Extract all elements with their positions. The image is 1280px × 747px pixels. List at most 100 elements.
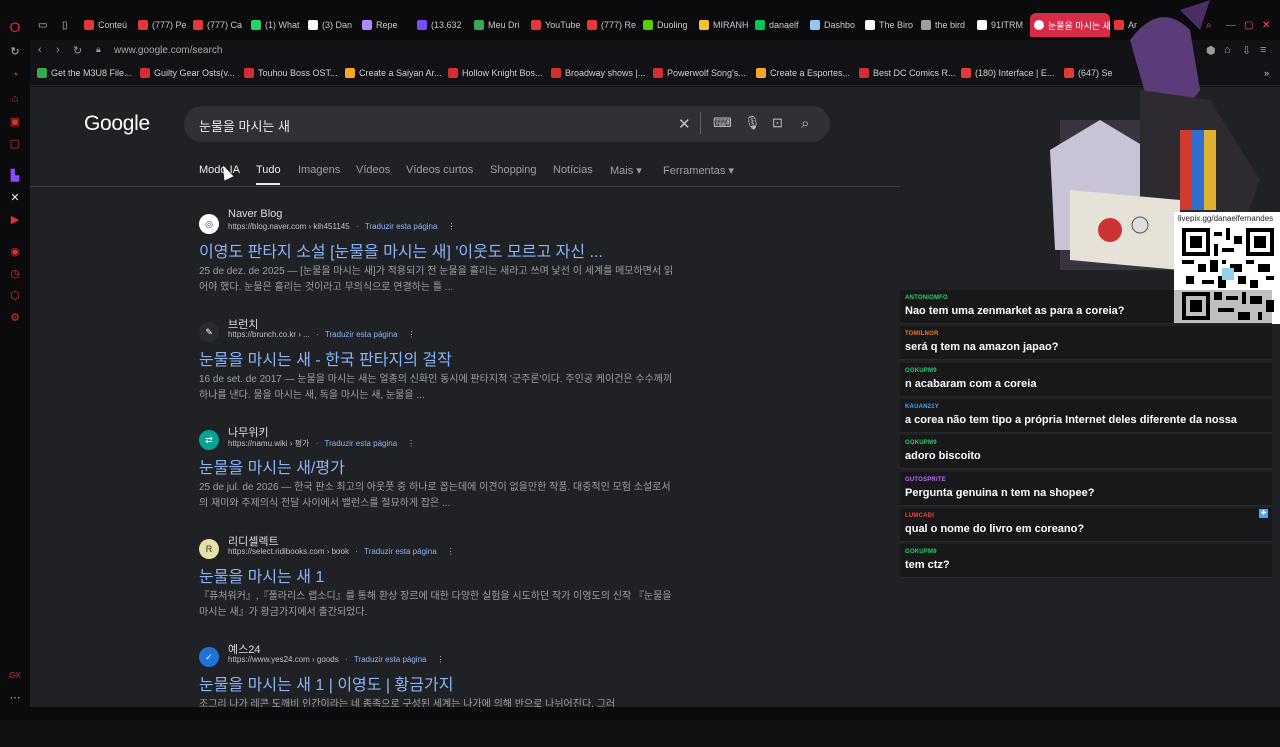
gx-icon[interactable]: GX — [8, 668, 22, 682]
result-url-line[interactable]: https://brunch.co.kr › ... · Traduzir es… — [228, 330, 416, 339]
instagram-icon[interactable]: ▢ — [8, 136, 22, 150]
reload-side-icon[interactable]: ↻ — [8, 44, 22, 58]
bookmark-3[interactable]: Create a Saiyan Ar... — [345, 68, 442, 78]
tab-14[interactable]: The Biro — [865, 13, 917, 37]
result-url[interactable]: https://www.yes24.com › goods — [228, 655, 339, 664]
search-icon[interactable]: ⌕ — [801, 115, 809, 132]
bookmark-2[interactable]: Touhou Boss OST... — [244, 68, 338, 78]
extensions-icon[interactable]: ⬡ — [8, 288, 22, 302]
search-tab-3[interactable]: Vídeos — [356, 164, 390, 176]
search-input[interactable]: 눈물을 마시는 새 — [199, 116, 290, 135]
tab-5[interactable]: Repe — [362, 13, 414, 37]
tab-16[interactable]: 91ITRM — [977, 13, 1029, 37]
forward-icon[interactable]: › — [56, 44, 60, 56]
opera-logo-icon[interactable]: O — [8, 19, 22, 35]
bookmark-0[interactable]: Get the M3U8 File... — [37, 68, 132, 78]
result-favicon-icon[interactable]: ✓ — [199, 647, 219, 667]
result-title-link[interactable]: 눈물을 마시는 새/평가 — [199, 454, 345, 478]
bookmark-6[interactable]: Powerwolf Song's... — [653, 68, 746, 78]
search-tab-8[interactable]: Ferramentas ▾ — [663, 164, 734, 177]
result-url[interactable]: https://brunch.co.kr › ... — [228, 330, 310, 339]
result-menu-icon[interactable]: ⋮ — [447, 222, 455, 231]
tab-page-icon[interactable]: ▯ — [62, 13, 68, 37]
messenger-icon[interactable]: ▣ — [8, 114, 22, 128]
search-tab-4[interactable]: Vídeos curtos — [406, 164, 473, 176]
aria-icon[interactable]: ◔ — [8, 68, 22, 82]
reload-icon[interactable]: ↻ — [73, 44, 82, 57]
search-tab-7[interactable]: Mais ▾ — [610, 164, 642, 177]
chat-text: será q tem na amazon japao? — [905, 341, 1059, 354]
result-url[interactable]: https://blog.naver.com › kih451145 — [228, 222, 350, 231]
tab-1[interactable]: (777) Pe — [138, 13, 190, 37]
keyboard-icon[interactable]: ⌨ — [713, 115, 732, 131]
bookmark-7[interactable]: Create a Esportes... — [756, 68, 850, 78]
translate-link[interactable]: Traduzir esta página — [325, 439, 398, 448]
search-tab-5[interactable]: Shopping — [490, 164, 537, 176]
bookmark-favicon-icon — [653, 68, 663, 78]
result-menu-icon[interactable]: ⋮ — [408, 330, 416, 339]
more-icon[interactable]: ⋯ — [8, 690, 22, 704]
result-menu-icon[interactable]: ⋮ — [436, 655, 444, 664]
result-site-name[interactable]: Naver Blog — [228, 208, 282, 220]
result-url[interactable]: https://select.ridibooks.com › book — [228, 547, 349, 556]
bookmark-1[interactable]: Guilty Gear Osts(v... — [140, 68, 235, 78]
lens-icon[interactable]: ⊡ — [772, 115, 783, 131]
back-icon[interactable]: ‹ — [38, 44, 42, 56]
result-url-line[interactable]: https://select.ridibooks.com › book · Tr… — [228, 547, 455, 556]
result-title-link[interactable]: 눈물을 마시는 새 1 — [199, 563, 324, 587]
google-logo[interactable]: Google — [84, 112, 150, 136]
chat-message: KAUAN21Y a corea não tem tipo a própria I… — [900, 398, 1272, 433]
lock-icon[interactable]: 🔒︎ — [96, 44, 101, 55]
result-menu-icon[interactable]: ⋮ — [447, 547, 455, 556]
tab-7[interactable]: Meu Dri — [474, 13, 526, 37]
tab-4[interactable]: (3) Dan — [308, 13, 360, 37]
result-favicon-icon[interactable]: ⇄ — [199, 430, 219, 450]
result-title-link[interactable]: 눈물을 마시는 새 1 | 이영도 | 황금가지 — [199, 671, 453, 695]
bookmark-5[interactable]: Broadway shows |... — [551, 68, 645, 78]
result-url-line[interactable]: https://namu.wiki › 평가 · Traduzir esta p… — [228, 438, 415, 449]
result-url-line[interactable]: https://blog.naver.com › kih451145 · Tra… — [228, 222, 455, 231]
search-tab-2[interactable]: Imagens — [298, 164, 340, 176]
tab-3[interactable]: (1) What — [251, 13, 303, 37]
youtube-icon[interactable]: ▶ — [8, 212, 22, 226]
bookmark-label: Hollow Knight Bos... — [462, 68, 543, 78]
shopping-icon[interactable]: ⌂ — [8, 92, 22, 106]
search-tab-6[interactable]: Notícias — [553, 164, 593, 176]
result-favicon-icon[interactable]: ◎ — [199, 214, 219, 234]
tab-workspaces-icon[interactable]: ▭ — [38, 13, 47, 37]
tab-2[interactable]: (777) Ca — [193, 13, 245, 37]
player-icon[interactable]: ◉ — [8, 244, 22, 258]
search-tab-1[interactable]: Tudo — [256, 164, 281, 176]
history-icon[interactable]: ◷ — [8, 266, 22, 280]
result-menu-icon[interactable]: ⋮ — [407, 439, 415, 448]
translate-link[interactable]: Traduzir esta página — [354, 655, 427, 664]
url-field[interactable]: www.google.com/search — [114, 45, 222, 56]
tab-6[interactable]: (13.632 — [417, 13, 469, 37]
result-title-link[interactable]: 눈물을 마시는 새 - 한국 판타지의 걸작 — [199, 346, 452, 370]
tab-favicon-icon — [308, 20, 318, 30]
tab-15[interactable]: the bird — [921, 13, 973, 37]
settings-icon[interactable]: ⚙ — [8, 310, 22, 324]
tab-10[interactable]: Duoling — [643, 13, 695, 37]
clear-icon[interactable]: ✕ — [678, 115, 691, 133]
result-favicon-icon[interactable]: ✎ — [199, 322, 219, 342]
translate-link[interactable]: Traduzir esta página — [364, 547, 437, 556]
bookmark-label: Guilty Gear Osts(v... — [154, 68, 235, 78]
tab-12[interactable]: danaelf — [755, 13, 807, 37]
result-url[interactable]: https://namu.wiki › 평가 — [228, 439, 309, 448]
mic-icon[interactable]: 🎙︎ — [744, 115, 761, 131]
bookmark-4[interactable]: Hollow Knight Bos... — [448, 68, 543, 78]
translate-link[interactable]: Traduzir esta página — [325, 330, 398, 339]
tab-11[interactable]: MIRANH — [699, 13, 751, 37]
result-url-line[interactable]: https://www.yes24.com › goods · Traduzir… — [228, 655, 444, 664]
translate-link[interactable]: Traduzir esta página — [365, 222, 438, 231]
result-favicon-icon[interactable]: R — [199, 539, 219, 559]
tab-0[interactable]: Conteú — [84, 13, 136, 37]
result-title-link[interactable]: 이영도 판타지 소설 [눈물을 마시는 새] '이웃도 모르고 자신 ... — [199, 238, 603, 262]
twitch-icon[interactable]: ▙ — [8, 168, 22, 182]
x-icon[interactable]: ✕ — [8, 190, 22, 204]
tab-9[interactable]: (777) Re — [587, 13, 639, 37]
tab-13[interactable]: Dashbo — [810, 13, 862, 37]
tab-8[interactable]: YouTube — [531, 13, 583, 37]
bookmark-8[interactable]: Best DC Comics R... — [859, 68, 956, 78]
